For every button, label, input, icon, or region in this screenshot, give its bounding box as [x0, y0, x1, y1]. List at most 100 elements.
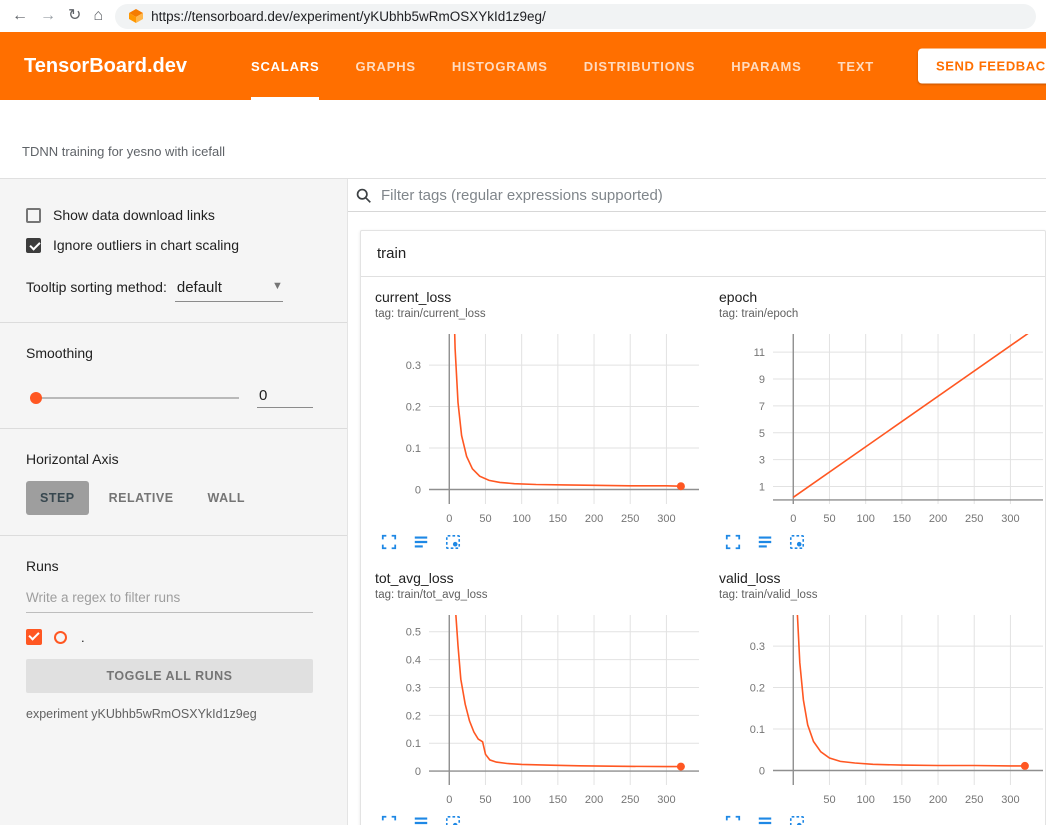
svg-text:0.3: 0.3 — [406, 360, 421, 372]
send-feedback-button[interactable]: SEND FEEDBACK — [918, 49, 1046, 84]
fullscreen-icon[interactable] — [725, 534, 741, 550]
smoothing-value[interactable]: 0 — [257, 387, 313, 408]
horizontal-axis-label: Horizontal Axis — [26, 451, 313, 467]
chart-toolbar — [719, 815, 1046, 825]
filter-tags-input[interactable] — [381, 187, 1046, 204]
fullscreen-icon[interactable] — [381, 815, 397, 825]
svg-text:3: 3 — [759, 455, 765, 467]
horizontal-lines-icon[interactable] — [757, 815, 773, 825]
chart-tag: tag: train/valid_loss — [719, 589, 1046, 601]
svg-text:100: 100 — [856, 513, 874, 525]
back-icon[interactable]: ← — [12, 8, 28, 24]
svg-text:0: 0 — [446, 794, 452, 806]
show-download-links-option[interactable]: Show data download links — [26, 207, 313, 223]
svg-text:50: 50 — [479, 513, 491, 525]
tooltip-sorting-select[interactable]: default ▼ — [175, 279, 283, 302]
checkbox-checked-icon[interactable] — [26, 238, 41, 253]
chart-toolbar — [375, 534, 705, 550]
horizontal-axis-buttons: STEP RELATIVE WALL — [26, 481, 313, 515]
run-isolate-icon[interactable] — [54, 631, 67, 644]
svg-text:100: 100 — [512, 513, 530, 525]
fullscreen-icon[interactable] — [725, 815, 741, 825]
fit-domain-icon[interactable] — [445, 534, 461, 550]
chart-toolbar — [375, 815, 705, 825]
svg-text:200: 200 — [585, 513, 603, 525]
line-chart[interactable]: 0501001502002503001357911 — [719, 330, 1046, 530]
checkbox-label: Ignore outliers in chart scaling — [53, 237, 239, 253]
chart-tag: tag: train/epoch — [719, 308, 1046, 320]
svg-text:250: 250 — [621, 513, 639, 525]
fit-domain-icon[interactable] — [789, 815, 805, 825]
chart-toolbar — [719, 534, 1046, 550]
svg-text:150: 150 — [893, 513, 911, 525]
toggle-all-runs-button[interactable]: TOGGLE ALL RUNS — [26, 659, 313, 693]
svg-text:300: 300 — [657, 513, 675, 525]
tooltip-sorting-label: Tooltip sorting method: — [26, 279, 167, 295]
subheader: TDNN training for yesno with icefall — [0, 100, 1046, 178]
svg-text:200: 200 — [929, 794, 947, 806]
horizontal-lines-icon[interactable] — [413, 534, 429, 550]
fit-domain-icon[interactable] — [445, 815, 461, 825]
axis-step-button[interactable]: STEP — [26, 481, 89, 515]
svg-text:100: 100 — [856, 794, 874, 806]
ignore-outliers-option[interactable]: Ignore outliers in chart scaling — [26, 237, 313, 253]
group-title[interactable]: train — [361, 231, 1045, 277]
fit-domain-icon[interactable] — [789, 534, 805, 550]
slider-thumb[interactable] — [30, 392, 42, 404]
runs-label: Runs — [26, 558, 313, 574]
smoothing-label: Smoothing — [26, 345, 313, 361]
horizontal-lines-icon[interactable] — [413, 815, 429, 825]
run-row[interactable]: . — [26, 629, 313, 645]
svg-text:150: 150 — [893, 794, 911, 806]
tab-hparams[interactable]: HPARAMS — [731, 32, 801, 100]
tab-scalars[interactable]: SCALARS — [251, 32, 319, 100]
reload-icon[interactable]: ↻ — [68, 8, 81, 24]
run-checkbox-icon[interactable] — [26, 629, 42, 645]
filter-tags-row — [348, 179, 1046, 212]
chart-tag: tag: train/tot_avg_loss — [375, 589, 705, 601]
tensorboard-favicon — [129, 9, 143, 23]
checkbox-unchecked-icon[interactable] — [26, 208, 41, 223]
smoothing-slider[interactable] — [32, 397, 239, 399]
chart-card: valid_losstag: train/valid_loss501001502… — [719, 570, 1046, 825]
chevron-down-icon: ▼ — [272, 280, 283, 292]
horizontal-lines-icon[interactable] — [757, 534, 773, 550]
svg-text:50: 50 — [823, 513, 835, 525]
svg-text:100: 100 — [512, 794, 530, 806]
divider — [0, 322, 347, 323]
svg-text:0: 0 — [415, 766, 421, 778]
line-chart[interactable]: 5010015020025030000.10.20.3 — [719, 611, 1046, 811]
tab-text[interactable]: TEXT — [838, 32, 874, 100]
tab-distributions[interactable]: DISTRIBUTIONS — [584, 32, 696, 100]
chart-card: current_losstag: train/current_loss05010… — [375, 289, 705, 550]
svg-text:9: 9 — [759, 374, 765, 386]
forward-icon[interactable]: → — [40, 8, 56, 24]
svg-text:0.2: 0.2 — [406, 402, 421, 414]
line-chart[interactable]: 05010015020025030000.10.20.3 — [375, 330, 705, 530]
tab-graphs[interactable]: GRAPHS — [355, 32, 415, 100]
experiment-id-caption: experiment yKUbhb5wRmOSXYkId1z9eg — [26, 707, 313, 721]
home-icon[interactable]: ⌂ — [93, 8, 103, 24]
browser-chrome: ← → ↻ ⌂ https://tensorboard.dev/experime… — [0, 0, 1046, 32]
chart-title: current_loss — [375, 289, 705, 305]
chart-tag: tag: train/current_loss — [375, 308, 705, 320]
tooltip-sorting-value: default — [177, 279, 222, 296]
svg-text:300: 300 — [657, 794, 675, 806]
svg-text:0.2: 0.2 — [406, 710, 421, 722]
svg-text:150: 150 — [549, 794, 567, 806]
runs-filter-input[interactable] — [26, 590, 313, 613]
app-header: TensorBoard.dev SCALARS GRAPHS HISTOGRAM… — [0, 32, 1046, 100]
svg-text:150: 150 — [549, 513, 567, 525]
address-bar[interactable]: https://tensorboard.dev/experiment/yKUbh… — [115, 4, 1036, 29]
axis-relative-button[interactable]: RELATIVE — [95, 481, 188, 515]
run-label: . — [81, 630, 85, 645]
tab-histograms[interactable]: HISTOGRAMS — [452, 32, 548, 100]
chart-card: tot_avg_losstag: train/tot_avg_loss05010… — [375, 570, 705, 825]
url-text: https://tensorboard.dev/experiment/yKUbh… — [151, 9, 546, 24]
line-chart[interactable]: 05010015020025030000.10.20.30.40.5 — [375, 611, 705, 811]
checkbox-label: Show data download links — [53, 207, 215, 223]
fullscreen-icon[interactable] — [381, 534, 397, 550]
svg-text:0: 0 — [790, 513, 796, 525]
train-group-card: train current_loss tag: train/current_los… — [360, 230, 1046, 825]
axis-wall-button[interactable]: WALL — [194, 481, 259, 515]
